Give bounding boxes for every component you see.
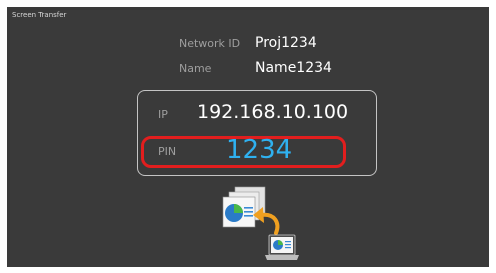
network-id-label: Network ID bbox=[179, 37, 241, 50]
name-label: Name bbox=[179, 62, 212, 75]
ip-label: IP bbox=[158, 108, 168, 121]
network-id-row: Network ID Proj1234 bbox=[179, 35, 317, 51]
network-id-value: Proj1234 bbox=[255, 35, 317, 51]
pin-label: PIN bbox=[158, 145, 177, 158]
screen-transfer-icon bbox=[222, 186, 299, 260]
stage: Screen Transfer Network ID Proj1234 Name… bbox=[0, 0, 496, 273]
laptop-icon bbox=[265, 234, 299, 260]
name-value: Name1234 bbox=[255, 60, 332, 76]
document-front-icon bbox=[222, 196, 256, 228]
name-row: Name Name1234 bbox=[179, 60, 332, 76]
pin-value: 1234 bbox=[226, 135, 293, 165]
connection-info-panel: IP 192.168.10.100 PIN 1234 bbox=[137, 90, 377, 176]
screen-transfer-window: Screen Transfer Network ID Proj1234 Name… bbox=[7, 7, 489, 267]
window-title: Screen Transfer bbox=[12, 11, 67, 19]
ip-value: 192.168.10.100 bbox=[197, 101, 349, 123]
